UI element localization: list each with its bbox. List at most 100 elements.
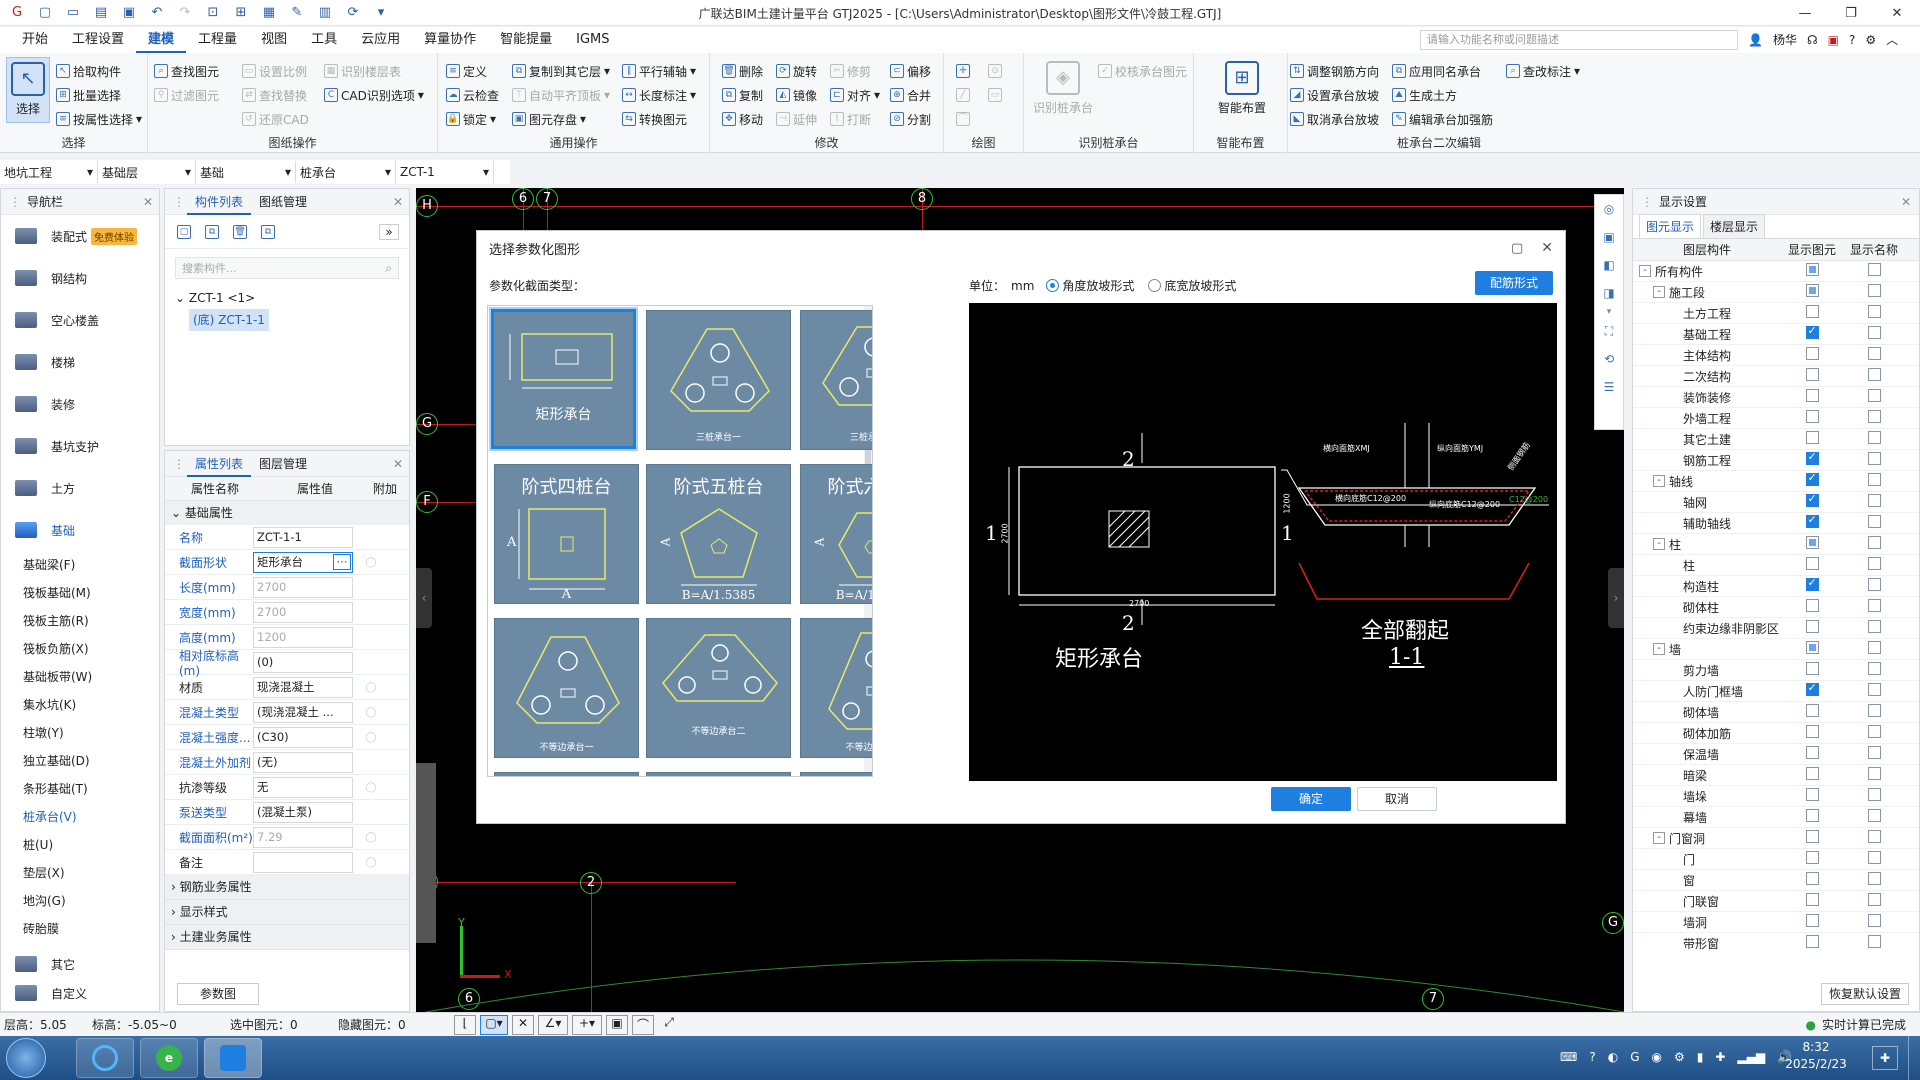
tile-partial[interactable] [646,772,791,776]
show-name-checkbox[interactable] [1867,410,1881,423]
lock-button[interactable]: 🔒 锁定 ▾ [446,109,496,129]
view-box-icon[interactable]: ◧ [1595,251,1623,279]
tile-partial[interactable] [800,772,872,776]
show-desktop-button[interactable] [1908,1036,1920,1080]
show-name-checkbox[interactable] [1867,536,1881,549]
taskbar-app-browser[interactable]: e [140,1038,198,1078]
category-select[interactable]: 基础 ▾ [196,161,296,183]
user-name[interactable]: 杨华 [1773,31,1797,48]
line-draw-button[interactable]: ╱ [956,85,970,105]
show-element-checkbox[interactable] [1805,557,1819,570]
menu-smart-extract[interactable]: 智能提量 [488,27,564,53]
rotate-point-button[interactable]: ⊙ [988,61,1002,81]
edit-reinforce-button[interactable]: ✎ 编辑承台加强筋 [1392,109,1493,129]
adjust-rebar-button[interactable]: ⇅ 调整钢筋方向 [1290,61,1379,81]
show-name-checkbox[interactable] [1867,851,1881,864]
view-iso-icon[interactable]: ◨ [1595,279,1623,307]
show-name-checkbox[interactable] [1867,305,1881,318]
rebar-form-button[interactable]: 配筋形式 [1475,271,1553,295]
taskbar-app-gtj2025[interactable] [204,1038,262,1078]
show-element-checkbox[interactable] [1805,305,1819,318]
nav-sub-isolated[interactable]: 独立基础(D) [1,747,159,775]
tab-element-display[interactable]: 图元显示 [1639,214,1702,238]
left-collapse-handle[interactable]: ‹ [416,568,432,628]
show-element-checkbox[interactable] [1805,431,1819,444]
help-icon[interactable]: ? [1849,33,1855,47]
rotate-button[interactable]: ⟳ 旋转 [776,61,817,81]
expand-toggle-icon[interactable]: - [1653,538,1665,550]
tile-uneven-cap-2[interactable]: 不等边承台二 [646,618,791,758]
tile-step-four-pile[interactable]: 阶式四桩台 A A [494,464,639,604]
show-name-checkbox[interactable] [1867,746,1881,759]
taskbar-app-gtj[interactable] [76,1038,134,1078]
identify-floor-table-button[interactable]: ▦ 识别楼层表 [324,61,401,81]
menu-quantities[interactable]: 工程量 [186,27,249,53]
show-name-checkbox[interactable] [1867,935,1881,948]
prop-section-display[interactable]: › 显示样式 [165,900,409,925]
cancel-button[interactable]: 取消 [1357,787,1437,811]
tab-drawing-manage[interactable]: 图纸管理 [251,189,315,215]
extend-button[interactable]: ⊣ 延伸 [776,109,817,129]
props-close-icon[interactable]: ✕ [393,457,403,471]
convert-element-button[interactable]: ⇆ 转换图元 [622,109,687,129]
prop-section-rebar[interactable]: › 钢筋业务属性 [165,875,409,900]
view-icon[interactable]: ⊡ [202,2,224,24]
nav-sub-cushion[interactable]: 垫层(X) [1,859,159,887]
prop-value-input[interactable]: ZCT-1-1 [253,526,353,548]
show-element-checkbox[interactable] [1805,620,1819,633]
show-element-checkbox[interactable] [1805,914,1819,927]
drag-handle-icon[interactable]: ⋮ [173,195,185,209]
filter-element-button[interactable]: ⚲ 过滤图元 [154,85,219,105]
tile-rect-cap[interactable]: 矩形承台 [489,307,638,451]
tray-app5-icon[interactable]: ✚ [1715,1050,1725,1064]
component-search-input[interactable]: 搜索构件... [182,260,385,276]
menu-tools[interactable]: 工具 [299,27,349,53]
tree-item-selected[interactable]: (底) ZCT-1-1 [189,309,269,331]
show-element-checkbox[interactable] [1805,725,1819,738]
fullscreen-icon[interactable]: ⛶ [1595,317,1623,345]
show-element-checkbox[interactable] [1805,935,1819,948]
cad-options-button[interactable]: C CAD识别选项 ▾ [324,85,424,105]
split-button[interactable]: ⊘ 分割 [890,109,931,129]
menu-collab[interactable]: 算量协作 [412,27,488,53]
keyboard-icon[interactable]: ⌨ [1560,1050,1577,1064]
show-name-checkbox[interactable] [1867,263,1881,276]
show-name-checkbox[interactable] [1867,704,1881,717]
function-search-input[interactable]: 请输入功能名称或问题描述 [1420,30,1738,50]
show-element-checkbox[interactable] [1805,347,1819,360]
check-label-button[interactable]: ⌕ 查改标注 ▾ [1506,61,1580,81]
show-element-checkbox[interactable] [1805,324,1819,339]
nav-sub-raft-main-rebar[interactable]: 筏板主筋(R) [1,607,159,635]
nav-sub-pile[interactable]: 桩(U) [1,831,159,859]
show-element-checkbox[interactable] [1805,368,1819,381]
show-element-checkbox[interactable] [1805,893,1819,906]
show-name-checkbox[interactable] [1867,347,1881,360]
tile-partial[interactable] [494,772,639,776]
expand-toggle-icon[interactable]: - [1653,832,1665,844]
check-pile-cap-button[interactable]: ✓ 校核承台图元 [1098,61,1187,81]
ortho-icon[interactable]: ⌊ [454,1014,476,1035]
calc-icon[interactable]: ▣ [1828,33,1839,47]
tab-properties[interactable]: 属性列表 [187,451,252,477]
dynamic-input-icon[interactable]: ▣ [606,1014,628,1035]
nav-item-pit-support[interactable]: 基坑支护 [1,425,159,467]
show-element-checkbox[interactable] [1805,513,1819,528]
show-element-checkbox[interactable] [1805,389,1819,402]
tab-layer-manage[interactable]: 图层管理 [251,451,315,477]
radio-angle-slope[interactable]: 角度放坡形式 [1046,277,1134,294]
show-element-checkbox[interactable] [1805,830,1819,843]
show-name-checkbox[interactable] [1867,872,1881,885]
show-element-checkbox[interactable] [1805,662,1819,675]
nav-sub-raft-neg-rebar[interactable]: 筏板负筋(X) [1,635,159,663]
nav-sub-trench[interactable]: 地沟(G) [1,887,159,915]
tree-root[interactable]: ⌄ ZCT-1 <1> [175,287,409,309]
trim-button[interactable]: ✂ 修剪 [830,61,871,81]
prop-group-header[interactable]: ⌄ 基础属性 [165,501,409,525]
signal-icon[interactable]: ▂▄▆ [1737,1050,1765,1064]
close-icon[interactable]: ✕ [1874,0,1920,26]
save-icon[interactable]: ▣ [118,2,140,24]
view-cube-icon[interactable]: ▣ [1595,223,1623,251]
show-name-checkbox[interactable] [1867,641,1881,654]
menu-project-settings[interactable]: 工程设置 [60,27,136,53]
nav-item-prefab[interactable]: 装配式 免费体验 [1,215,159,257]
